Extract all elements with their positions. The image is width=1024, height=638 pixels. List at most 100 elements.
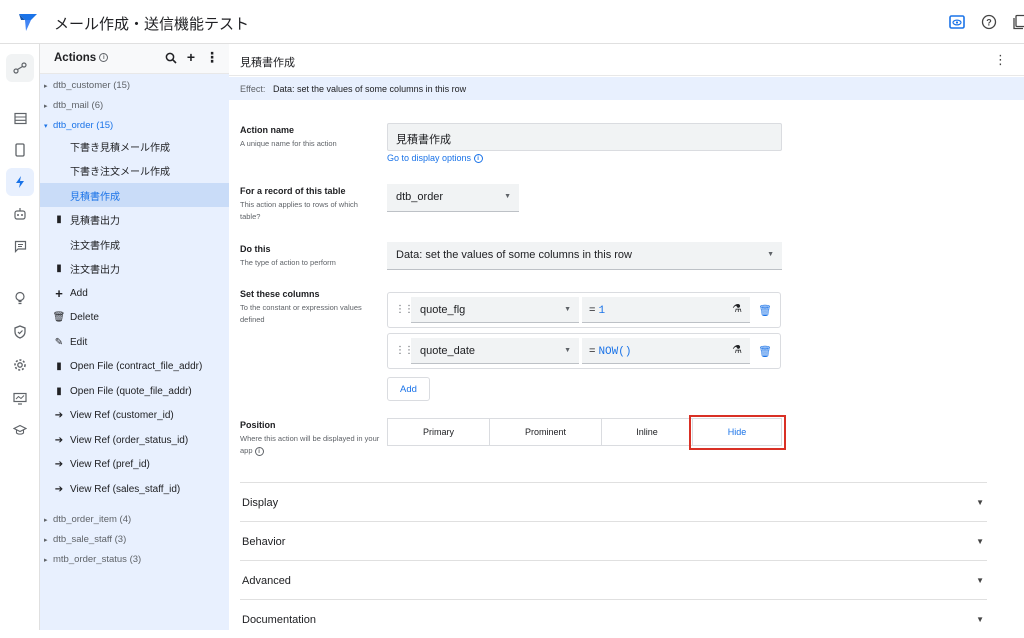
sidebar-item-view-ref-order-status[interactable]: ➔ View Ref (order_status_id) [40,428,229,452]
info-icon[interactable]: i [254,446,264,456]
file-icon: ▮ [56,360,62,372]
chat-icon[interactable] [6,232,34,260]
do-this-desc: The type of action to perform [240,258,336,267]
record-table-label: For a record of this table [240,186,346,196]
do-this-label: Do this [240,244,271,254]
expression-input[interactable]: = NOW() ⚗ [582,338,750,364]
section-advanced[interactable]: Advanced ▼ [240,560,987,599]
arrow-circle-icon: ➔ [54,409,64,421]
info-icon[interactable]: i [99,53,109,63]
column-row: ⋮⋮ quote_date ▼ = NOW() ⚗ 🗑 [387,333,781,369]
add-icon[interactable]: + [187,50,195,64]
copy-icon[interactable] [1010,12,1024,32]
sidebar-item-view-ref-customer[interactable]: ➔ View Ref (customer_id) [40,403,229,427]
editor-title: 見積書作成 [240,57,295,69]
set-columns-desc: To the constant or expression values def… [240,303,362,324]
sidebar-group-dtb-sale-staff[interactable]: ▸ dtb_sale_staff (3) [44,534,126,545]
appsheet-logo-icon[interactable] [17,11,39,33]
svg-text:?: ? [986,18,992,28]
sidebar-item-view-ref-pref[interactable]: ➔ View Ref (pref_id) [40,452,229,476]
sidebar-item-edit[interactable]: ✎ Edit [40,330,229,354]
column-select[interactable]: quote_flg ▼ [411,297,579,323]
sidebar-item-create-order[interactable]: 注文書作成 [40,232,229,256]
section-documentation[interactable]: Documentation ▼ [240,599,987,638]
left-rail [0,44,40,630]
bulb-icon[interactable] [6,284,34,312]
table-select[interactable]: dtb_order ▼ [387,184,519,212]
search-icon[interactable] [165,52,177,64]
help-icon[interactable]: ? [979,12,999,32]
sidebar-item-view-ref-sales-staff[interactable]: ➔ View Ref (sales_staff_id) [40,477,229,501]
section-display[interactable]: Display ▼ [240,482,987,521]
caret-right-icon: ▸ [44,517,48,524]
dropdown-arrow-icon: ▼ [504,193,511,200]
table-icon[interactable] [6,104,34,132]
info-icon: i [473,154,483,164]
action-editor: 見積書作成 ⋮ Effect: Data: set the values of … [229,44,1024,630]
sidebar-group-mtb-order-status[interactable]: ▸ mtb_order_status (3) [44,554,141,565]
action-name-input[interactable]: 見積書作成 [387,123,782,151]
top-bar: メール作成・送信機能テスト ? [0,0,1024,44]
graduation-icon[interactable] [6,416,34,444]
sidebar-item-delete[interactable]: 🗑 Delete [40,305,229,329]
chevron-down-icon: ▼ [976,537,984,546]
action-type-select[interactable]: Data: set the values of some columns in … [387,242,782,270]
sidebar-group-dtb-mail[interactable]: ▸ dtb_mail (6) [44,100,103,111]
chevron-down-icon: ▼ [976,615,984,624]
phone-icon[interactable] [6,136,34,164]
dropdown-arrow-icon: ▼ [767,251,774,258]
sidebar-item-create-quote[interactable]: 見積書作成 [40,183,229,207]
sidebar-item-draft-quote-mail[interactable]: 下書き見積メール作成 [40,134,229,158]
actions-sidebar: Actions i + ⋮ ▸ dtb_customer (15) ▸ dtb_ma… [40,44,229,630]
app-title: メール作成・送信機能テスト [54,16,250,33]
monitor-icon[interactable] [6,384,34,412]
arrow-circle-icon: ➔ [54,483,64,495]
more-vert-icon[interactable]: ⋮ [205,50,219,64]
trash-icon: 🗑 [52,311,66,323]
sidebar-item-output-order[interactable]: ▮ 注文書出力 [40,256,229,280]
position-option-inline[interactable]: Inline [601,418,693,446]
sidebar-group-dtb-customer[interactable]: ▸ dtb_customer (15) [44,80,130,91]
arrow-circle-icon: ➔ [54,458,64,470]
dropdown-arrow-icon: ▼ [564,306,571,313]
sidebar-item-draft-order-mail[interactable]: 下書き注文メール作成 [40,158,229,182]
flask-icon[interactable]: ⚗ [732,302,742,315]
sidebar-item-output-quote[interactable]: ▮ 見積書出力 [40,207,229,231]
effect-label: Effect: [240,84,266,94]
dropdown-arrow-icon: ▼ [564,347,571,354]
sidebar-group-dtb-order-item[interactable]: ▸ dtb_order_item (4) [44,514,131,525]
more-vert-icon[interactable]: ⋮ [994,52,1007,68]
position-option-prominent[interactable]: Prominent [489,418,602,446]
sidebar-group-dtb-order[interactable]: ▾ dtb_order (15) [44,120,113,131]
file-icon: ▮ [56,262,62,274]
display-options-link[interactable]: Go to display options i [387,153,483,164]
effect-banner: Effect: Data: set the values of some col… [229,77,1024,100]
delete-row-icon[interactable]: 🗑 [758,345,772,358]
chevron-down-icon: ▼ [976,498,984,507]
sidebar-item-add[interactable]: + Add [40,281,229,305]
section-behavior[interactable]: Behavior ▼ [240,521,987,560]
sidebar-item-open-contract-file[interactable]: ▮ Open File (contract_file_addr) [40,354,229,378]
sidebar-item-open-quote-file[interactable]: ▮ Open File (quote_file_addr) [40,379,229,403]
gear-icon[interactable] [6,351,34,379]
highlight-box [689,415,786,450]
flask-icon[interactable]: ⚗ [732,343,742,356]
add-column-button[interactable]: Add [387,377,430,401]
caret-right-icon: ▸ [44,103,48,110]
delete-row-icon[interactable]: 🗑 [758,304,772,317]
chevron-down-icon: ▼ [976,576,984,585]
effect-value: Data: set the values of some columns in … [273,84,467,94]
position-option-primary[interactable]: Primary [387,418,490,446]
bolt-icon[interactable] [6,168,34,196]
position-label: Position [240,420,276,430]
preview-icon[interactable] [947,12,967,32]
shield-icon[interactable] [6,318,34,346]
column-select[interactable]: quote_date ▼ [411,338,579,364]
edit-icon: ✎ [54,336,64,348]
robot-icon[interactable] [6,200,34,228]
expression-input[interactable]: = 1 ⚗ [582,297,750,323]
file-icon: ▮ [56,213,62,225]
network-icon[interactable] [6,54,34,82]
action-name-label: Action name [240,125,295,135]
set-columns-label: Set these columns [240,289,320,299]
